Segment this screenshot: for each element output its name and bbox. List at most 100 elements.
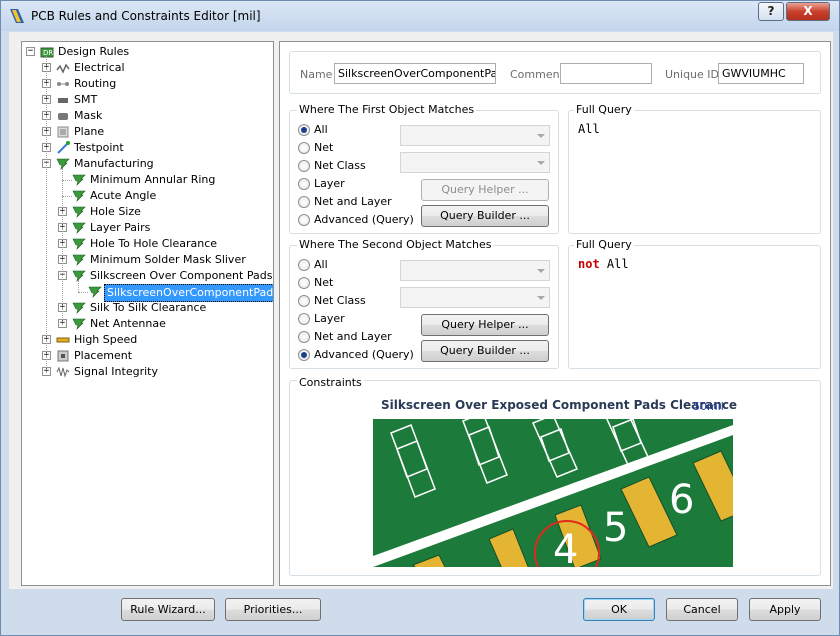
- name-field[interactable]: SilkscreenOverComponentPads: [334, 63, 496, 84]
- second-query-keyword: not: [578, 257, 600, 271]
- tree-item-layer-pairs[interactable]: + Layer Pairs: [22, 220, 272, 236]
- chevron-down-icon: [537, 296, 545, 300]
- tree-item-minimum-solder-mask-sliver[interactable]: + Minimum Solder Mask Sliver: [22, 252, 272, 268]
- constraint-value[interactable]: 50mil: [693, 400, 724, 413]
- comment-label: Comment: [510, 68, 564, 81]
- tree-item-electrical[interactable]: + Electrical: [22, 60, 272, 76]
- tree-item-acute-angle[interactable]: Acute Angle: [22, 188, 272, 204]
- manufacturing-icon: [72, 318, 86, 330]
- tree-item-label: Plane: [74, 125, 105, 138]
- dialog-body: − DR Design Rules + Electrical + Routing + SMT + M…: [9, 32, 833, 589]
- second-radio-label[interactable]: Net: [314, 276, 333, 289]
- collapse-icon[interactable]: −: [26, 47, 35, 56]
- tree-item-smt[interactable]: + SMT: [22, 92, 272, 108]
- tree-item-signal-integrity[interactable]: + Signal Integrity: [22, 364, 272, 380]
- tree-item-label: Net Antennae: [90, 317, 166, 330]
- first-radio-advanced-query[interactable]: [298, 214, 310, 226]
- tree-item-silk-to-silk-clearance[interactable]: + Silk To Silk Clearance: [22, 300, 272, 316]
- comment-field[interactable]: [560, 63, 652, 84]
- ok-label: OK: [611, 603, 627, 616]
- first-radio-label[interactable]: Layer: [314, 177, 345, 190]
- first-radio-net-class[interactable]: [298, 160, 310, 172]
- design-rules-icon: DR: [40, 47, 54, 58]
- tree-item-routing[interactable]: + Routing: [22, 76, 272, 92]
- tree-item-minimum-annular-ring[interactable]: Minimum Annular Ring: [22, 172, 272, 188]
- mask-icon: [58, 113, 68, 120]
- pad-number-5: 5: [603, 505, 628, 551]
- first-query-helper-button[interactable]: Query Helper ...: [421, 179, 549, 201]
- smt-icon: [58, 98, 68, 103]
- first-radio-label[interactable]: Net: [314, 141, 333, 154]
- tree-item-net-antennae[interactable]: + Net Antennae: [22, 316, 272, 332]
- rule-tree[interactable]: − DR Design Rules + Electrical + Routing + SMT + M…: [21, 41, 274, 586]
- second-query-helper-button[interactable]: Query Helper ...: [421, 314, 549, 336]
- priorities-button[interactable]: Priorities...: [225, 598, 321, 621]
- first-radio-label[interactable]: Advanced (Query): [314, 213, 414, 226]
- rule-wizard-label: Rule Wizard...: [130, 603, 206, 616]
- tree-item-label: Electrical: [74, 61, 125, 74]
- first-full-query-text[interactable]: All: [578, 122, 600, 136]
- second-radio-all[interactable]: [298, 259, 310, 271]
- second-radio-net[interactable]: [298, 277, 310, 289]
- second-radio-label[interactable]: Advanced (Query): [314, 348, 414, 361]
- editor-window: PCB Rules and Constraints Editor [mil] ?…: [0, 0, 840, 636]
- second-net-class-combo: [400, 287, 550, 308]
- manufacturing-icon: [56, 158, 70, 170]
- tree-item-plane[interactable]: + Plane: [22, 124, 272, 140]
- second-radio-label[interactable]: All: [314, 258, 328, 271]
- first-object-group: Where The First Object Matches All Net Net…: [289, 103, 559, 234]
- tree-item-testpoint[interactable]: + Testpoint: [22, 140, 272, 156]
- second-query-builder-button[interactable]: Query Builder ...: [421, 340, 549, 362]
- title-bar[interactable]: PCB Rules and Constraints Editor [mil] ?…: [1, 1, 839, 31]
- second-radio-advanced-query[interactable]: [298, 349, 310, 361]
- manufacturing-icon: [72, 190, 86, 202]
- chevron-down-icon: [537, 134, 545, 138]
- first-radio-label[interactable]: Net and Layer: [314, 195, 392, 208]
- second-radio-label[interactable]: Net and Layer: [314, 330, 392, 343]
- svg-text:DR: DR: [43, 49, 53, 57]
- first-radio-layer[interactable]: [298, 178, 310, 190]
- second-full-query-text[interactable]: not All: [578, 257, 629, 271]
- tree-guide-line: [62, 168, 63, 324]
- tree-item-placement[interactable]: + Placement: [22, 348, 272, 364]
- unique-id-field[interactable]: GWVIUMHC: [718, 63, 804, 84]
- cancel-button[interactable]: Cancel: [666, 598, 738, 621]
- tree-item-design-rules[interactable]: − DR Design Rules: [22, 44, 272, 60]
- name-label: Name: [300, 68, 333, 81]
- tree-item-mask[interactable]: + Mask: [22, 108, 272, 124]
- first-radio-all[interactable]: [298, 124, 310, 136]
- manufacturing-icon: [72, 254, 86, 266]
- electrical-icon: [56, 63, 70, 74]
- apply-label: Apply: [769, 603, 801, 616]
- second-radio-net-and-layer[interactable]: [298, 331, 310, 343]
- help-button[interactable]: ?: [758, 2, 784, 21]
- tree-item-label: Minimum Solder Mask Sliver: [90, 253, 246, 266]
- tree-item-silkscreenovercomponentpads[interactable]: SilkscreenOverComponentPads: [22, 284, 273, 302]
- second-radio-label[interactable]: Net Class: [314, 294, 366, 307]
- tree-item-label: Layer Pairs: [90, 221, 151, 234]
- apply-button[interactable]: Apply: [749, 598, 821, 621]
- tree-item-hole-size[interactable]: + Hole Size: [22, 204, 272, 220]
- tree-item-label: Mask: [74, 109, 103, 122]
- first-query-expression: All: [578, 122, 600, 136]
- tree-item-manufacturing[interactable]: − Manufacturing: [22, 156, 272, 172]
- tree-item-hole-to-hole-clearance[interactable]: + Hole To Hole Clearance: [22, 236, 272, 252]
- chevron-down-icon: [537, 269, 545, 273]
- testpoint-icon: [57, 141, 70, 154]
- second-radio-label[interactable]: Layer: [314, 312, 345, 325]
- first-radio-label[interactable]: All: [314, 123, 328, 136]
- close-button[interactable]: X: [786, 2, 830, 21]
- chevron-down-icon: [537, 161, 545, 165]
- ok-button[interactable]: OK: [583, 598, 655, 621]
- second-query-expression: All: [606, 257, 629, 271]
- first-query-builder-button[interactable]: Query Builder ...: [421, 205, 549, 227]
- second-radio-net-class[interactable]: [298, 295, 310, 307]
- rule-wizard-button[interactable]: Rule Wizard...: [121, 598, 215, 621]
- tree-item-silkscreen-over-component-pads[interactable]: − Silkscreen Over Component Pads: [22, 268, 272, 284]
- second-radio-layer[interactable]: [298, 313, 310, 325]
- first-radio-net[interactable]: [298, 142, 310, 154]
- tree-item-high-speed[interactable]: + High Speed: [22, 332, 272, 348]
- first-radio-net-and-layer[interactable]: [298, 196, 310, 208]
- second-net-combo: [400, 260, 550, 281]
- first-radio-label[interactable]: Net Class: [314, 159, 366, 172]
